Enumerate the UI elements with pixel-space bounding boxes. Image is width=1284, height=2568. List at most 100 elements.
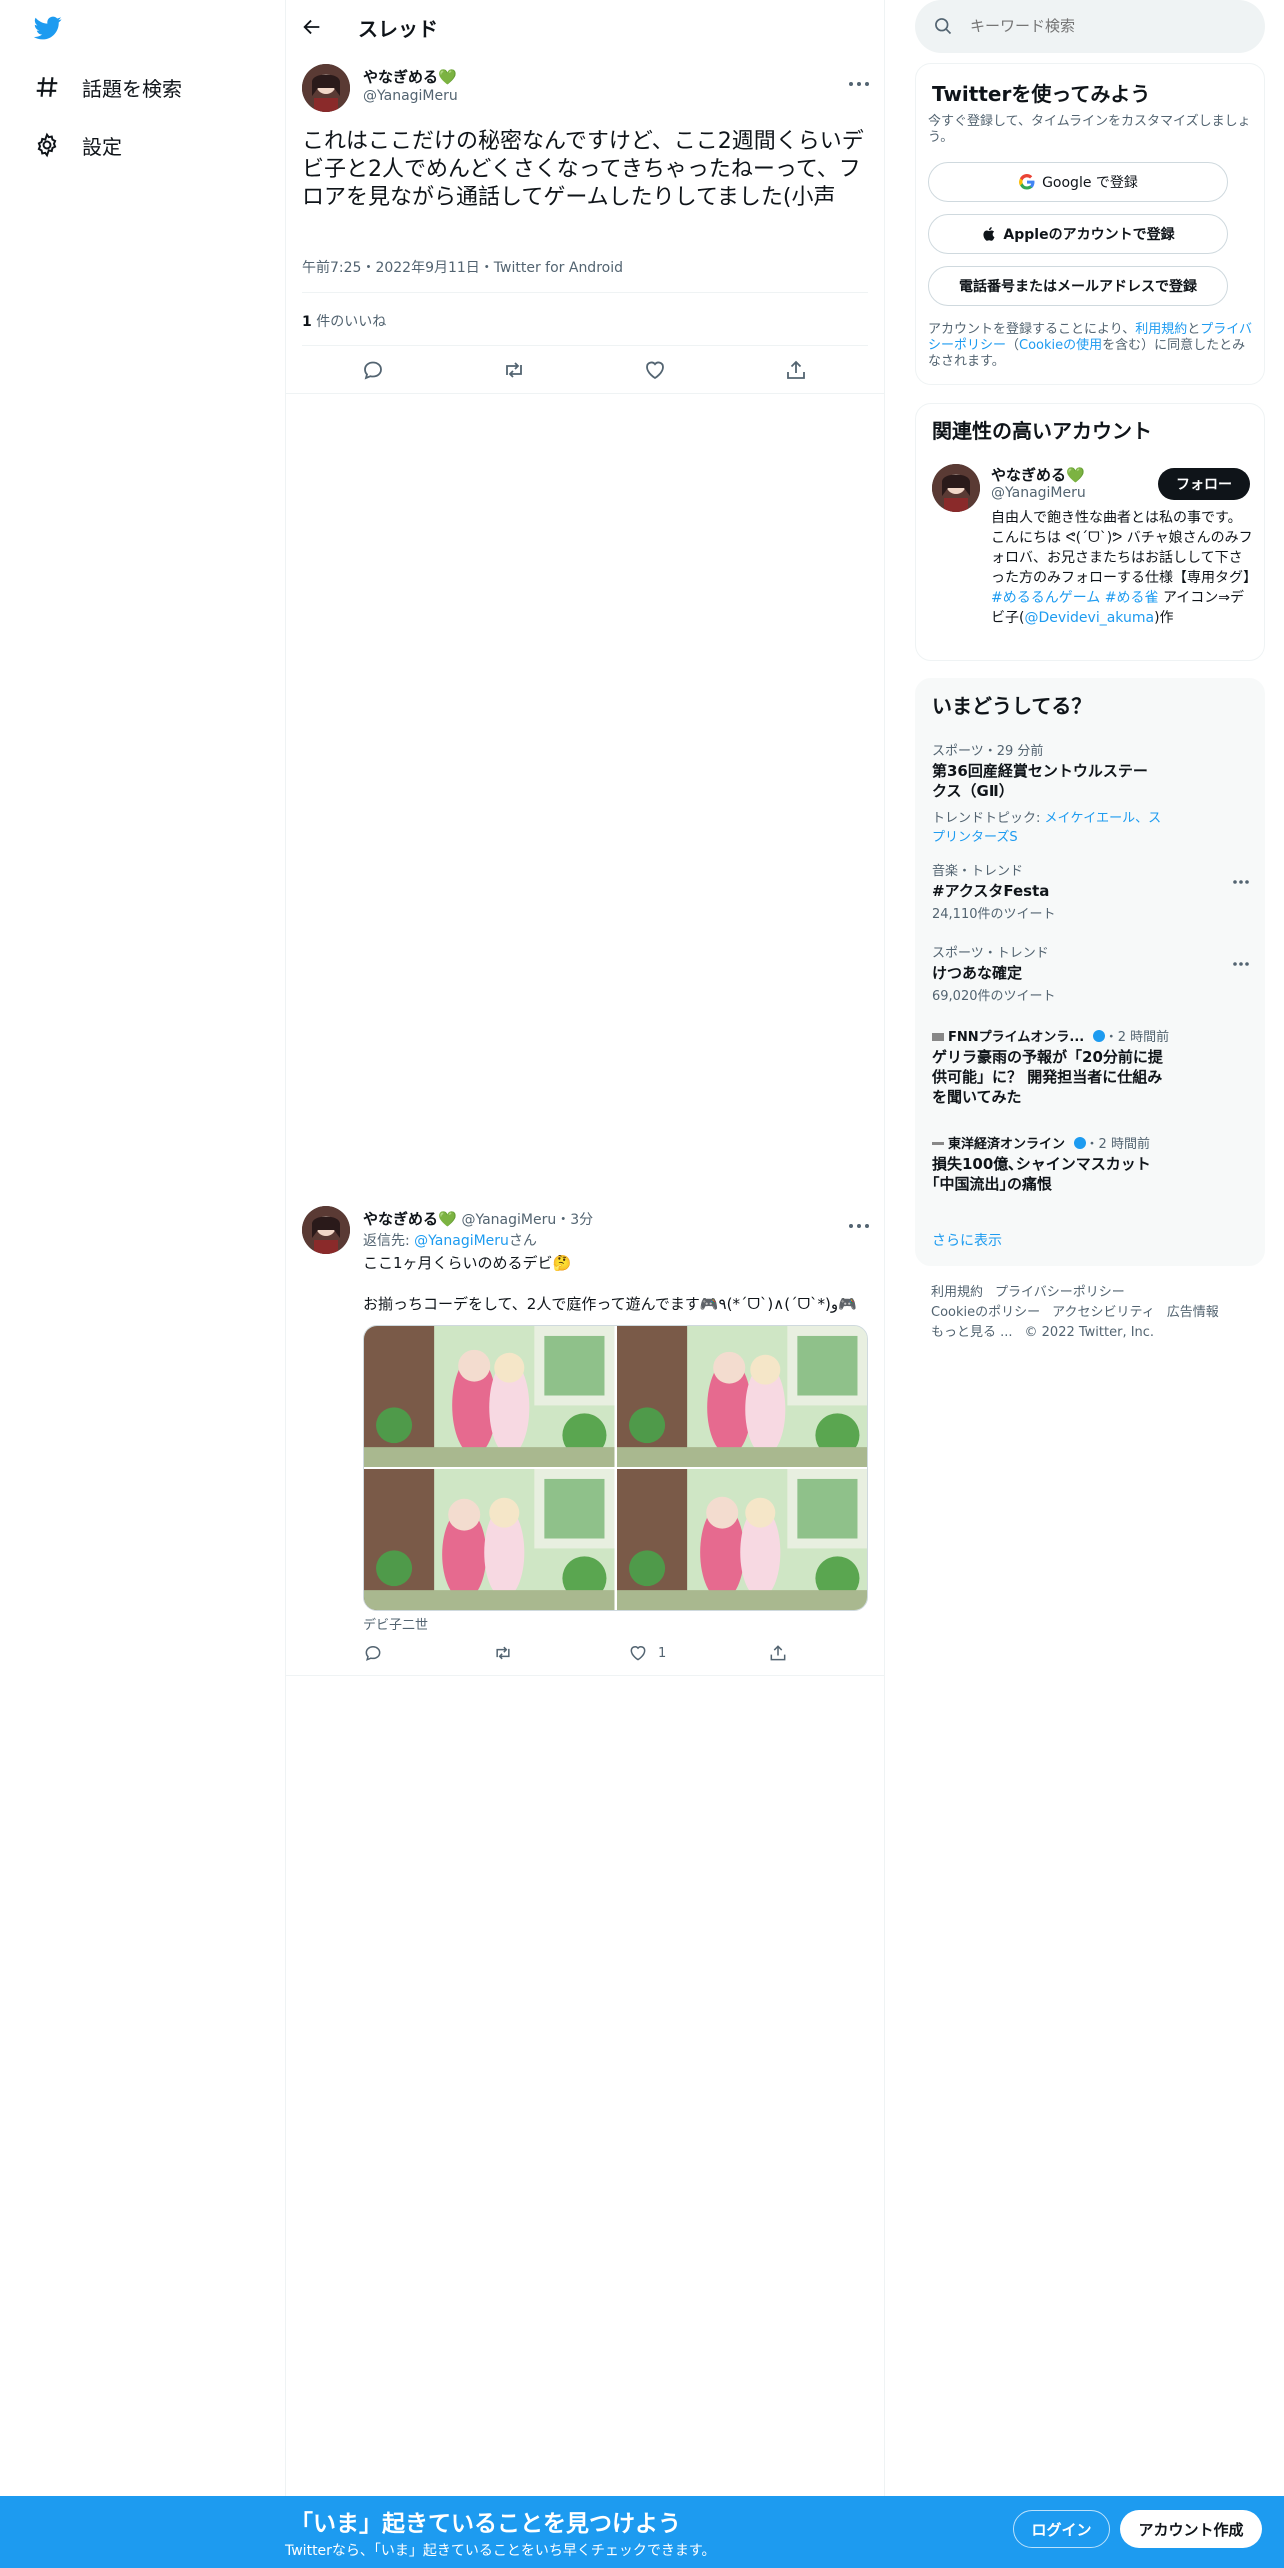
news-item[interactable]: FNNプライムオンラ... ・2 時間前 ゲリラ豪雨の予報が「20分前に提供可能…: [932, 1026, 1242, 1107]
more-icon[interactable]: [848, 1215, 870, 1228]
trend-count: 69,020件のツイート: [932, 989, 1056, 1004]
back-arrow-icon[interactable]: [301, 16, 323, 38]
apple-icon: [983, 227, 995, 241]
reply-text-line1: ここ1ヶ月くらいのめるデビ🤔: [363, 1254, 572, 1272]
trend-item[interactable]: スポーツ・29 分前 第36回産経賞セントウルステークス（GⅡ） トレンドトピッ…: [932, 740, 1242, 845]
media-image[interactable]: [616, 1469, 867, 1610]
related-accounts-card: 関連性の高いアカウント やなぎめる💚 @YanagiMeru フォロー 自由人で…: [915, 403, 1265, 661]
trend-item[interactable]: スポーツ・トレンド けつあな確定 69,020件のツイート: [932, 942, 1242, 1004]
trend-title: #アクスタFesta: [932, 882, 1050, 900]
verified-icon: [1092, 1030, 1105, 1042]
bio-mention-link[interactable]: @Devidevi_akuma: [1024, 610, 1154, 626]
avatar[interactable]: [302, 1206, 350, 1254]
source-logo-icon: [932, 1142, 944, 1145]
media-image[interactable]: [616, 1326, 867, 1467]
nav-settings[interactable]: 設定: [34, 125, 122, 165]
trends-title: いまどうしてる？: [932, 694, 1092, 718]
trend-category: 音楽・トレンド: [932, 864, 1024, 879]
reply-handle-link[interactable]: @YanagiMeru: [414, 1233, 509, 1249]
author-name[interactable]: やなぎめる💚: [363, 1210, 457, 1228]
login-button[interactable]: ログイン: [1013, 2510, 1110, 2548]
more-icon[interactable]: [1232, 870, 1250, 884]
google-signup-label: Google で登録: [1042, 175, 1138, 191]
nav-settings-label: 設定: [82, 134, 122, 159]
bio-text: )作: [1154, 610, 1174, 626]
signup-terms: アカウントを登録することにより、利用規約とプライバシーポリシー（Cookieの使…: [928, 322, 1253, 370]
nav-explore[interactable]: 話題を検索: [34, 67, 182, 107]
tweet-time[interactable]: ・3分: [556, 1212, 593, 1228]
trend-item[interactable]: 音楽・トレンド #アクスタFesta 24,110件のツイート: [932, 860, 1242, 922]
reply-button[interactable]: [363, 1643, 393, 1663]
share-icon[interactable]: [784, 358, 808, 382]
search-icon: [935, 18, 952, 35]
source-logo-icon: [932, 1033, 944, 1041]
news-source: 東洋経済オンライン ・2 時間前: [932, 1133, 1242, 1152]
reply-prefix: 返信先:: [363, 1233, 415, 1249]
avatar[interactable]: [932, 464, 980, 512]
trend-title: 第36回産経賞セントウルステークス（GⅡ）: [932, 762, 1148, 800]
more-icon[interactable]: [848, 73, 870, 86]
hashtag-icon: [34, 74, 60, 100]
twitter-logo-icon[interactable]: [32, 14, 64, 42]
news-source: FNNプライムオンラ... ・2 時間前: [932, 1026, 1242, 1045]
author-handle[interactable]: @YanagiMeru: [363, 88, 458, 104]
retweet-icon[interactable]: [502, 358, 526, 382]
terms-link[interactable]: 利用規約: [1135, 322, 1187, 337]
likes-count[interactable]: 1 件のいいね: [302, 311, 386, 331]
bio-text: 自由人で飽き性な曲者とは私の事です。こんにちは ᕙ(ˊᗜˋ)ᕗ バチャ娘さんのみ…: [991, 510, 1257, 586]
cookie-link[interactable]: Cookieの使用: [1019, 338, 1102, 353]
banner-subtitle: Twitterなら、「いま」起きていることをいち早くチェックできます。: [285, 2543, 716, 2559]
media-caption: デビ子二世: [363, 1618, 429, 1633]
footer-link[interactable]: アクセシビリティ: [1052, 1305, 1155, 1320]
bio-hashtag-link[interactable]: #める雀: [1105, 590, 1159, 606]
retweet-icon: [496, 1646, 510, 1660]
author-name[interactable]: やなぎめる💚: [363, 66, 457, 87]
show-more-link[interactable]: さらに表示: [932, 1230, 1002, 1250]
signup-subtitle: 今すぐ登録して、タイムラインをカスタマイズしましょう。: [928, 114, 1251, 145]
bio-hashtag-link[interactable]: #めるるんゲーム: [991, 590, 1100, 606]
like-button[interactable]: 1: [628, 1643, 666, 1663]
news-time: ・2 時間前: [1085, 1137, 1150, 1152]
news-item[interactable]: 東洋経済オンライン ・2 時間前 損失100億､シャインマスカット｢中国流出｣の…: [932, 1133, 1242, 1194]
apple-signup-label: Appleのアカウントで登録: [1003, 227, 1175, 243]
media-image[interactable]: [364, 1469, 615, 1610]
phone-signup-button[interactable]: 電話番号またはメールアドレスで登録: [928, 266, 1228, 306]
search-input[interactable]: [970, 12, 1240, 40]
related-handle[interactable]: @YanagiMeru: [991, 485, 1086, 501]
tweet-text: これはここだけの秘密なんですけど、ここ2週間くらいデビ子と2人でめんどくさくなっ…: [302, 129, 864, 210]
left-nav: 話題を検索 設定: [0, 0, 285, 2496]
verified-icon: [1073, 1137, 1086, 1149]
terms-and: と: [1187, 322, 1201, 337]
like-icon[interactable]: [643, 358, 667, 382]
apple-signup-button[interactable]: Appleのアカウントで登録: [928, 214, 1228, 254]
likes-label: 件のいいね: [311, 314, 387, 330]
divider: [286, 1675, 884, 1676]
related-title: 関連性の高いアカウント: [932, 419, 1152, 443]
author-handle[interactable]: @YanagiMeru: [461, 1212, 556, 1228]
avatar[interactable]: [302, 64, 350, 112]
trends-card: いまどうしてる？ スポーツ・29 分前 第36回産経賞セントウルステークス（GⅡ…: [915, 678, 1265, 1266]
retweet-button[interactable]: [493, 1643, 523, 1663]
tweet-meta[interactable]: 午前7:25・2022年9月11日・Twitter for Android: [302, 257, 623, 277]
news-source-name: FNNプライムオンラ...: [948, 1030, 1085, 1045]
footer-link[interactable]: 利用規約: [931, 1285, 983, 1300]
related-name[interactable]: やなぎめる💚: [991, 464, 1085, 485]
footer-link[interactable]: 広告情報: [1167, 1305, 1219, 1320]
footer-link[interactable]: Cookieのポリシー: [931, 1305, 1040, 1320]
divider: [286, 393, 884, 394]
footer-link[interactable]: プライバシーポリシー: [995, 1285, 1125, 1300]
media-image[interactable]: [364, 1326, 615, 1467]
search-box[interactable]: [915, 0, 1265, 53]
page-title: スレッド: [358, 17, 438, 41]
thread-header: スレッド: [286, 0, 884, 53]
share-button[interactable]: [768, 1643, 798, 1663]
signup-button[interactable]: アカウント作成: [1120, 2510, 1262, 2548]
reply-icon[interactable]: [361, 358, 385, 382]
footer-link[interactable]: もっと見る ...: [931, 1325, 1013, 1340]
related-bio: 自由人で飽き性な曲者とは私の事です。こんにちは ᕙ(ˊᗜˋ)ᕗ バチャ娘さんのみ…: [991, 508, 1257, 628]
google-signup-button[interactable]: Google で登録: [928, 162, 1228, 202]
more-icon[interactable]: [1232, 952, 1250, 966]
trend-topics-label: トレンドトピック:: [932, 811, 1045, 826]
follow-button[interactable]: フォロー: [1158, 468, 1250, 500]
main-column: スレッド やなぎめる💚 @YanagiMeru これはここだけの秘密なんですけど…: [285, 0, 885, 2496]
